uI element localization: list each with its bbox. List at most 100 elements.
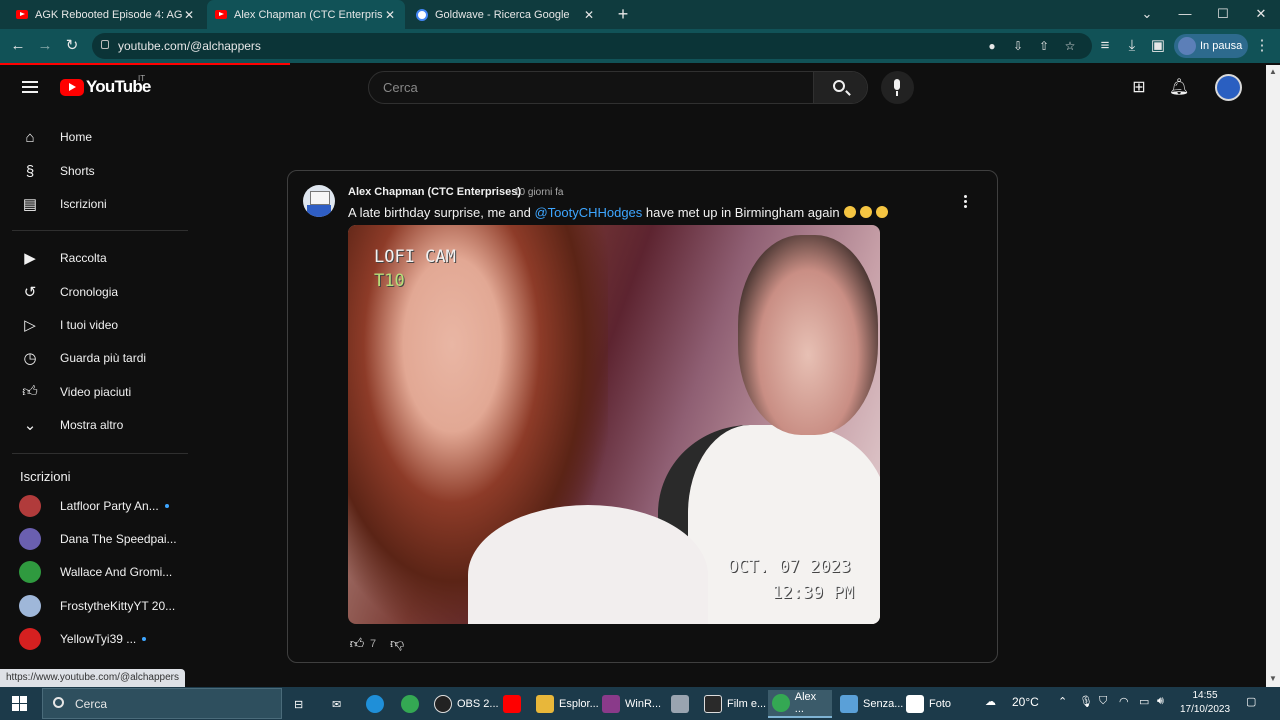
tab-alex-chapman[interactable]: Alex Chapman (CTC Enterprises) ✕ [207,0,405,29]
channel-name: Wallace And Gromi... [60,565,173,579]
close-window-button[interactable]: ✕ [1242,0,1280,29]
paint-app-icon[interactable] [667,690,698,718]
taskbar-search[interactable]: Cerca [42,688,282,719]
browser-menu-icon[interactable]: ⋮ [1252,36,1272,56]
community-post: Alex Chapman (CTC Enterprises) 10 giorni… [287,170,998,663]
notifications-icon[interactable]: ▢ [1246,695,1256,708]
like-icon[interactable]: 👍︎ [348,635,366,652]
taskbar-app-obs[interactable]: OBS 2... [430,690,503,718]
chevron-down-icon: ⌄ [23,417,37,434]
taskbar-app-notepad[interactable]: Senza... [836,690,907,718]
youtube-app-icon[interactable] [499,690,530,718]
tab-agk-rebooted[interactable]: AGK Rebooted Episode 4: AGK D ✕ [8,0,204,29]
task-view-icon[interactable]: ⊟ [290,690,307,718]
sidebar-item-history[interactable]: ↺ Cronologia [12,275,188,309]
channel-avatar[interactable] [303,185,335,217]
sidebar-item-home[interactable]: ⌂ Home [12,120,188,154]
sidebar-item-library[interactable]: ▶ Raccolta [12,241,188,275]
weather-temperature[interactable]: 20°C [1012,695,1039,709]
sidebar-item-subscriptions[interactable]: ▤ Iscrizioni [12,187,188,221]
taskbar-app-film[interactable]: Film e... [700,690,770,718]
mail-app-icon[interactable]: ✉ [328,690,345,718]
forward-button[interactable]: → [35,36,55,56]
sidebar-subscription-item[interactable]: FrostytheKittyYT 20... [12,589,188,623]
back-button[interactable]: ← [8,36,28,56]
battery-icon[interactable]: ▭ [1139,695,1149,708]
google-lens-icon[interactable]: ● [984,38,1000,54]
media-control-icon[interactable]: ≡ [1095,36,1115,56]
sidebar-item-watch-later[interactable]: ◷ Guarda più tardi [12,341,188,375]
sidebar-item-your-videos[interactable]: ▷ I tuoi video [12,308,188,342]
page-scrollbar[interactable]: ▲ ▼ [1266,65,1280,687]
tab-goldwave-search[interactable]: Goldwave - Ricerca Google ✕ [408,0,604,29]
volume-icon[interactable]: 🔊︎ [1157,695,1164,708]
side-panel-icon[interactable]: ▣ [1148,36,1168,56]
taskbar-search-placeholder: Cerca [75,697,108,711]
url-text: youtube.com/@alchappers [118,39,261,53]
taskbar-app-photos[interactable]: Foto [902,690,955,718]
security-icon[interactable]: ⛉ [1099,695,1107,708]
edge-app-icon[interactable] [362,690,393,718]
sidebar-item-shorts[interactable]: § Shorts [12,154,188,188]
maximize-button[interactable]: ☐ [1204,0,1242,29]
sidebar-subscription-item[interactable]: YellowTyi39 ... [12,622,188,656]
address-bar[interactable]: youtube.com/@alchappers ● ⇩ ⇧ ☆ [92,33,1092,59]
taskbar-app-winrar[interactable]: WinR... [598,690,665,718]
post-image[interactable]: LOFI CAM T10 OCT. 07 2023 12:39 PM [348,225,880,624]
lock-icon [101,40,109,49]
notifications-bell-icon[interactable]: 🔔︎ [1168,77,1190,99]
sidebar-item-label: Shorts [60,164,95,178]
scroll-down-icon[interactable]: ▼ [1269,674,1277,683]
share-icon[interactable]: ⇧ [1036,38,1052,54]
search-input[interactable]: Cerca [383,80,418,95]
chrome-app-icon[interactable] [397,690,428,718]
account-avatar[interactable] [1215,74,1242,101]
sidebar-subscription-item[interactable]: Latfloor Party An... [12,489,188,523]
dislike-icon[interactable]: 👎︎ [388,635,406,652]
microphone-icon[interactable]: 🎙︎ [1079,695,1093,708]
tab-close-icon[interactable]: ✕ [582,8,596,22]
install-icon[interactable]: ⇩ [1010,38,1026,54]
create-video-icon[interactable]: ⊞ [1128,77,1150,99]
post-author[interactable]: Alex Chapman (CTC Enterprises) [348,186,521,198]
channel-name: Dana The Speedpai... [60,532,177,546]
your-videos-icon: ▷ [24,317,36,334]
reload-button[interactable]: ↻ [62,36,82,56]
tray-chevron-icon[interactable]: ⌃ [1058,695,1067,708]
menu-icon[interactable] [22,81,38,93]
screen: AGK Rebooted Episode 4: AGK D ✕ Alex Cha… [0,0,1280,720]
taskbar-clock[interactable]: 14:55 17/10/2023 [1176,689,1234,717]
scroll-up-icon[interactable]: ▲ [1269,67,1277,76]
post-time-ago[interactable]: 10 giorni fa [514,187,563,198]
wifi-icon[interactable]: ◠ [1119,695,1129,708]
like-count: 7 [370,637,377,650]
profile-paused-button[interactable]: In pausa [1174,34,1248,58]
post-actions: 👍︎ 7 👎︎ [348,635,406,652]
taskbar-app-label: WinR... [625,698,662,710]
youtube-logo[interactable]: YouTube [60,77,151,97]
windows-start-icon[interactable] [12,696,27,711]
sidebar-item-label: Video piaciuti [60,385,132,399]
weather-icon[interactable]: ☁ [985,695,996,708]
downloads-icon[interactable]: ⤓ [1122,36,1142,56]
sidebar-item-show-more[interactable]: ⌄ Mostra altro [12,408,188,442]
sidebar-subscription-item[interactable]: Wallace And Gromi... [12,555,188,589]
taskbar-app-chrome-alex[interactable]: Alex ... [768,690,832,718]
new-tab-button[interactable]: + [612,4,634,24]
sidebar-item-label: Mostra altro [60,418,124,432]
taskbar-app-explorer[interactable]: Esplor... [532,690,603,718]
search-box[interactable]: Cerca [368,71,868,104]
tab-search-chevron-icon[interactable]: ⌄ [1128,0,1166,29]
voice-search-button[interactable] [881,71,914,104]
subscriptions-heading: Iscrizioni [20,469,71,484]
channel-name: Latfloor Party An... [60,499,159,513]
sidebar-item-liked-videos[interactable]: 👍︎ Video piaciuti [12,375,188,409]
tab-close-icon[interactable]: ✕ [182,8,196,22]
post-menu-icon[interactable] [964,195,968,209]
search-button[interactable] [813,72,867,103]
minimize-button[interactable]: — [1166,0,1204,29]
sidebar-subscription-item[interactable]: Dana The Speedpai... [12,522,188,556]
bookmark-star-icon[interactable]: ☆ [1062,38,1078,54]
mention-link[interactable]: @TootyCHHodges [534,205,642,220]
tab-close-icon[interactable]: ✕ [383,8,397,22]
